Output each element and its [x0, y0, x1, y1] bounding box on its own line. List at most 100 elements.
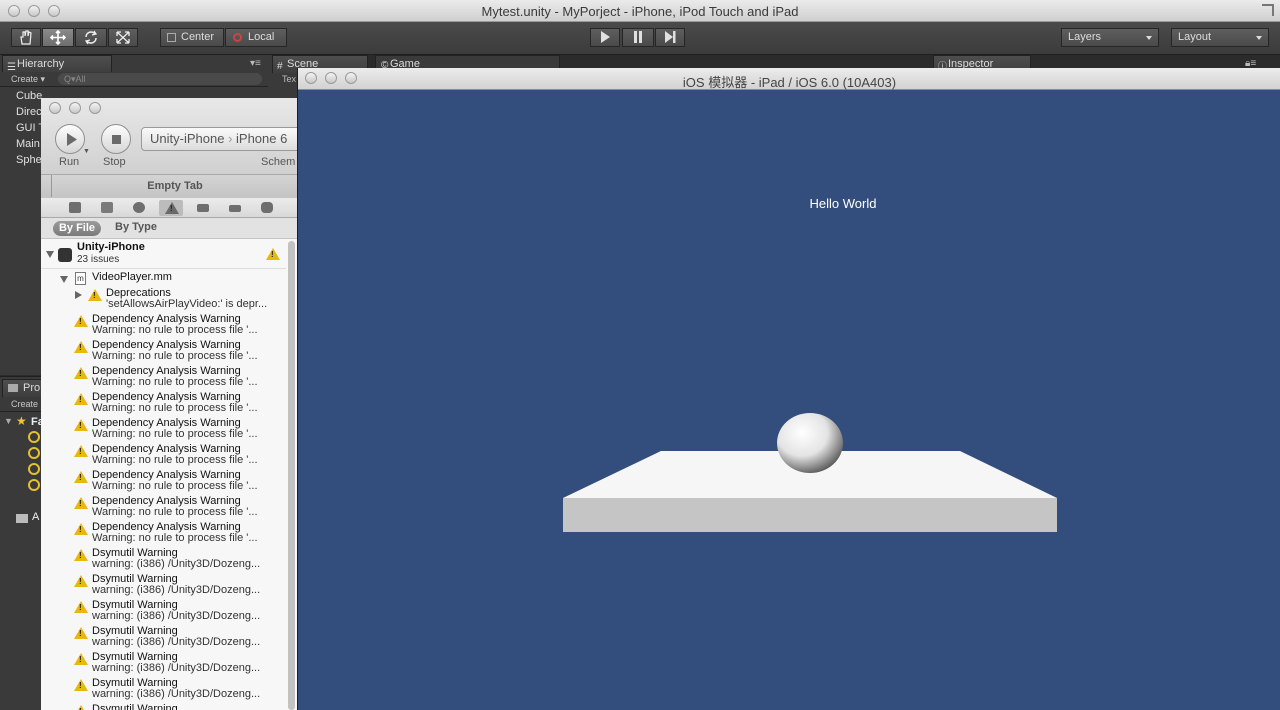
pause-button[interactable]	[622, 28, 654, 47]
step-button[interactable]	[655, 28, 685, 47]
space-local-toggle[interactable]: Local	[225, 28, 287, 47]
issue-row[interactable]: Dsymutil Warningwarning: (i386) /Unity3D…	[41, 676, 286, 702]
minimize-window-button[interactable]	[69, 102, 81, 114]
saved-search-icon[interactable]	[28, 431, 40, 443]
run-button[interactable]	[55, 124, 85, 154]
scheme-selector[interactable]: Unity-iPhone › iPhone 6	[141, 127, 297, 151]
hierarchy-tab[interactable]: ☰ Hierarchy	[2, 55, 112, 73]
issue-row[interactable]: Dsymutil Warningwarning: (i386) /Unity3D…	[41, 598, 286, 624]
play-icon	[67, 133, 77, 146]
hierarchy-item[interactable]: Cube	[16, 90, 42, 102]
issue-detail: warning: (i386) /Unity3D/Dozeng...	[92, 688, 261, 700]
project-issue-row[interactable]: Unity-iPhone 23 issues	[41, 239, 286, 269]
hierarchy-item[interactable]: Sphe	[16, 154, 42, 166]
disclosure-icon[interactable]	[60, 276, 68, 283]
project-create-label: Create	[11, 399, 39, 409]
hierarchy-create-dropdown[interactable]: Create ▾	[11, 72, 45, 86]
stop-label: Stop	[103, 156, 126, 168]
chevron-down-icon	[1256, 36, 1262, 40]
zoom-window-button[interactable]	[89, 102, 101, 114]
hierarchy-search-input[interactable]: Q▾All	[58, 73, 262, 85]
scene-render-mode[interactable]: Tex	[282, 74, 296, 84]
issue-row[interactable]: Dependency Analysis WarningWarning: no r…	[41, 416, 286, 442]
by-file-button[interactable]: By File	[53, 221, 101, 236]
issue-row[interactable]: Dsymutil Warningwarning: (i386) /Unity3D…	[41, 546, 286, 572]
empty-tab[interactable]: Empty Tab	[41, 180, 297, 192]
layers-dropdown[interactable]: Layers	[1061, 28, 1159, 47]
disclosure-icon[interactable]: ▼	[4, 416, 13, 426]
warning-icon	[74, 575, 88, 587]
issue-row[interactable]: Dependency Analysis WarningWarning: no r…	[41, 390, 286, 416]
issue-row[interactable]: Dsymutil Warning	[41, 702, 286, 710]
project-tab[interactable]: Pro	[2, 379, 42, 397]
issue-detail: Warning: no rule to process file '...	[92, 454, 258, 466]
saved-search-icon[interactable]	[28, 479, 40, 491]
folder-icon	[16, 514, 28, 523]
window-title: Mytest.unity - MyPorject - iPhone, iPod …	[481, 4, 799, 19]
project-create-dropdown[interactable]: Create	[0, 397, 41, 412]
pivot-center-label: Center	[181, 31, 215, 43]
issue-row[interactable]: Dependency Analysis WarningWarning: no r…	[41, 312, 286, 338]
move-arrows-icon	[49, 29, 67, 46]
warning-icon	[165, 202, 179, 214]
saved-search-icon[interactable]	[28, 447, 40, 459]
layout-dropdown[interactable]: Layout	[1171, 28, 1269, 47]
debug-icon[interactable]	[197, 204, 209, 212]
chevron-down-icon: ▼	[83, 148, 90, 155]
by-type-button[interactable]: By Type	[115, 221, 157, 233]
warning-icon	[74, 653, 88, 665]
panel-menu-icon[interactable]: ▾≡	[250, 58, 261, 69]
issue-row[interactable]: Dependency Analysis WarningWarning: no r…	[41, 442, 286, 468]
rotate-tool-button[interactable]	[75, 28, 107, 47]
deprecation-row[interactable]: Deprecations 'setAllowsAirPlayVideo:' is…	[41, 286, 286, 312]
play-button[interactable]	[590, 28, 620, 47]
issue-filter-bar: By File By Type	[41, 218, 297, 239]
hand-tool-button[interactable]	[11, 28, 41, 47]
issue-row[interactable]: Dependency Analysis WarningWarning: no r…	[41, 338, 286, 364]
issue-detail: warning: (i386) /Unity3D/Dozeng...	[92, 636, 261, 648]
disclosure-icon[interactable]	[46, 251, 54, 258]
space-local-label: Local	[248, 31, 275, 43]
hierarchy-item[interactable]: Main	[16, 138, 40, 150]
issue-row[interactable]: Dependency Analysis WarningWarning: no r…	[41, 364, 286, 390]
issue-detail: warning: (i386) /Unity3D/Dozeng...	[92, 558, 261, 570]
disclosure-icon[interactable]	[75, 291, 82, 299]
stop-button[interactable]	[101, 124, 131, 154]
fullscreen-icon[interactable]	[1262, 4, 1274, 16]
chevron-down-icon	[1146, 36, 1152, 40]
issue-detail: Warning: no rule to process file '...	[92, 506, 258, 518]
breakpoint-icon[interactable]	[229, 205, 241, 212]
unity-toolbar: Center Local Layers Layout	[0, 22, 1280, 55]
saved-search-icon[interactable]	[28, 463, 40, 475]
warning-icon	[88, 289, 102, 301]
hierarchy-searchbar: Create ▾ Q▾All	[0, 72, 268, 87]
scale-tool-button[interactable]	[108, 28, 138, 47]
search-icon[interactable]	[133, 202, 145, 213]
warning-icon	[74, 419, 88, 431]
warning-icon	[74, 367, 88, 379]
hierarchy-item[interactable]: Direc	[16, 106, 42, 118]
pivot-center-toggle[interactable]: Center	[160, 28, 224, 47]
issue-title: Dsymutil Warning	[92, 703, 178, 710]
hierarchy-icon[interactable]	[101, 202, 113, 213]
log-icon[interactable]	[261, 202, 273, 213]
issue-row[interactable]: Dependency Analysis WarningWarning: no r…	[41, 468, 286, 494]
issue-row[interactable]: Dsymutil Warningwarning: (i386) /Unity3D…	[41, 572, 286, 598]
move-tool-button[interactable]	[42, 28, 74, 47]
step-icon	[665, 31, 676, 43]
close-window-button[interactable]	[49, 102, 61, 114]
issue-row[interactable]: Dependency Analysis WarningWarning: no r…	[41, 520, 286, 546]
scrollbar-thumb[interactable]	[288, 241, 295, 710]
issue-row[interactable]: Dependency Analysis WarningWarning: no r…	[41, 494, 286, 520]
file-row[interactable]: m VideoPlayer.mm	[41, 271, 286, 285]
folder-icon[interactable]	[69, 202, 81, 213]
pause-icon	[634, 31, 642, 43]
assets-label[interactable]: A	[32, 511, 39, 523]
rotate-icon	[84, 30, 98, 45]
issue-detail: Warning: no rule to process file '...	[92, 350, 258, 362]
issue-detail: Warning: no rule to process file '...	[92, 428, 258, 440]
issue-row[interactable]: Dsymutil Warningwarning: (i386) /Unity3D…	[41, 650, 286, 676]
simulator-titlebar: iOS 模拟器 - iPad / iOS 6.0 (10A403)	[298, 68, 1280, 90]
issue-row[interactable]: Dsymutil Warningwarning: (i386) /Unity3D…	[41, 624, 286, 650]
scene-3d-view[interactable]	[298, 90, 1280, 710]
